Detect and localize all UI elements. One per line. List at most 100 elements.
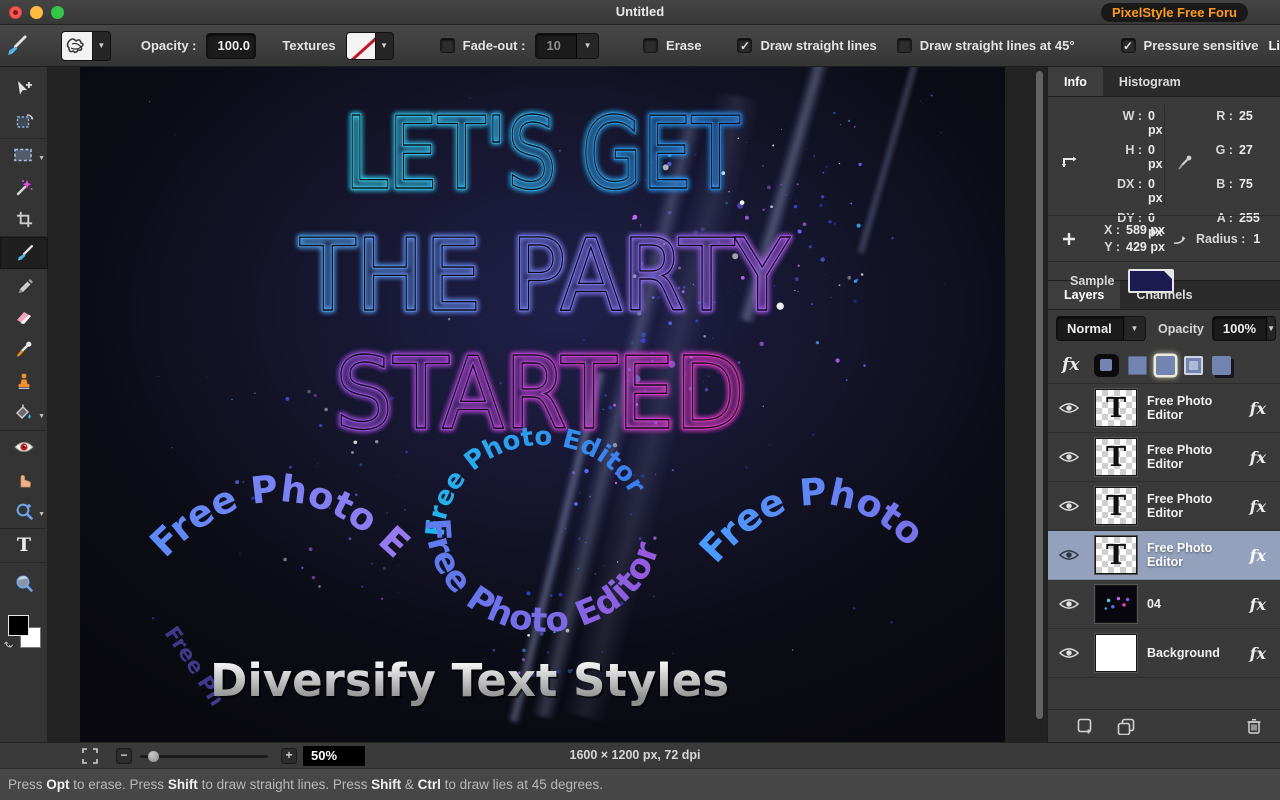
layer-thumbnail-text[interactable]: T bbox=[1095, 389, 1137, 427]
layer-fx-badge[interactable]: fx bbox=[1250, 448, 1266, 467]
clone-stamp-tool-button[interactable] bbox=[0, 365, 48, 397]
layer-thumbnail-background[interactable] bbox=[1095, 634, 1137, 672]
height-value: 0 px bbox=[1148, 143, 1165, 171]
layer-fx-badge[interactable]: fx bbox=[1250, 595, 1266, 614]
fill-tool-caret: ▼ bbox=[38, 413, 45, 420]
zoom-slider[interactable] bbox=[140, 755, 268, 758]
layer-fx-badge[interactable]: fx bbox=[1250, 546, 1266, 565]
duplicate-layer-icon[interactable] bbox=[1116, 717, 1136, 735]
fadeout-label: Fade-out : bbox=[463, 38, 526, 53]
opacity-dropdown[interactable]: 100.0 ▼ bbox=[206, 33, 256, 59]
crop-tool-button[interactable] bbox=[0, 203, 48, 235]
layer-visibility-icon[interactable] bbox=[1059, 548, 1079, 562]
layer-row[interactable]: 04 fx bbox=[1048, 580, 1280, 629]
brush-dropdown-arrow[interactable]: ▼ bbox=[93, 31, 111, 61]
layer-actions-bar bbox=[1048, 709, 1280, 742]
status-hint: Press Opt to erase. Press Shift to draw … bbox=[8, 777, 603, 792]
style-preset-1[interactable] bbox=[1094, 354, 1119, 377]
brush-shape-picker[interactable]: ▼ bbox=[61, 31, 111, 61]
erase-checkbox[interactable] bbox=[643, 38, 658, 53]
layer-thumbnail-text[interactable]: T bbox=[1095, 487, 1137, 525]
eyedropper-tool-button[interactable] bbox=[0, 333, 48, 365]
effects-tool-button[interactable] bbox=[0, 567, 48, 599]
layer-row[interactable]: T Free Photo Editor fx bbox=[1048, 433, 1280, 482]
caption-group: Diversify Text Styles Diversify Text Sty… bbox=[210, 654, 731, 709]
rectangle-select-tool-button[interactable]: ▼ bbox=[0, 139, 48, 171]
draw-straight-lines-label: Draw straight lines bbox=[760, 38, 876, 53]
zoom-slider-thumb[interactable] bbox=[148, 751, 159, 762]
canvas-vertical-scrollbar[interactable] bbox=[1036, 71, 1043, 719]
document-canvas[interactable]: LET'S GET THE PARTY STARTED LET'S GET TH… bbox=[80, 67, 1005, 742]
blend-mode-dropdown[interactable]: Normal ▼ bbox=[1056, 316, 1146, 341]
pressure-sensitive-checkbox[interactable] bbox=[1121, 38, 1136, 53]
layer-name: 04 bbox=[1147, 597, 1250, 611]
tab-info[interactable]: Info bbox=[1048, 67, 1103, 96]
layer-row-selected[interactable]: T Free Photo Editor fx bbox=[1048, 531, 1280, 580]
layer-name: Free Photo Editor bbox=[1147, 443, 1250, 471]
smudge-tool-button[interactable] bbox=[0, 463, 48, 495]
delete-layer-trash-icon[interactable] bbox=[1246, 717, 1262, 735]
fit-to-screen-icon[interactable] bbox=[82, 748, 98, 764]
zoom-bar: − + 50% 1600 × 1200 px, 72 dpi bbox=[0, 742, 1280, 768]
magic-wand-tool-button[interactable] bbox=[0, 171, 48, 203]
tab-histogram[interactable]: Histogram bbox=[1103, 67, 1197, 96]
layer-thumbnail-image[interactable] bbox=[1095, 585, 1137, 623]
right-panel: Info Histogram W :0 px H :0 px DX :0 px … bbox=[1047, 67, 1280, 742]
draw-straight-lines-checkbox[interactable] bbox=[737, 38, 752, 53]
blend-mode-value: Normal bbox=[1057, 321, 1123, 336]
pixelstyle-badge[interactable]: PixelStyle Free Foru bbox=[1101, 3, 1248, 22]
swap-colors-icon[interactable] bbox=[4, 639, 14, 649]
layer-thumbnail-text[interactable]: T bbox=[1095, 438, 1137, 476]
layer-visibility-icon[interactable] bbox=[1059, 499, 1079, 513]
style-preset-3[interactable] bbox=[1156, 356, 1175, 375]
color-swatches[interactable] bbox=[8, 615, 42, 651]
red-eye-tool-button[interactable] bbox=[0, 431, 48, 463]
fx-label: fx bbox=[1062, 355, 1079, 375]
layer-visibility-icon[interactable] bbox=[1059, 401, 1079, 415]
style-preset-5[interactable] bbox=[1212, 356, 1231, 375]
eraser-tool-button[interactable] bbox=[0, 301, 48, 333]
layer-visibility-icon[interactable] bbox=[1059, 597, 1079, 611]
canvas-viewport[interactable]: LET'S GET THE PARTY STARTED LET'S GET TH… bbox=[48, 67, 1047, 742]
layer-row[interactable]: T Free Photo Editor fx bbox=[1048, 384, 1280, 433]
fill-bucket-tool-button[interactable]: ▼ bbox=[0, 397, 48, 429]
zoom-out-button[interactable]: − bbox=[116, 748, 132, 764]
fadeout-dropdown[interactable]: 10 ▼ bbox=[535, 33, 599, 59]
fadeout-checkbox[interactable] bbox=[440, 38, 455, 53]
sample-color-swatch[interactable] bbox=[1128, 269, 1174, 293]
fadeout-dropdown-arrow[interactable]: ▼ bbox=[576, 34, 598, 58]
style-preset-4[interactable] bbox=[1184, 356, 1203, 375]
draw-straight-lines-45-checkbox[interactable] bbox=[897, 38, 912, 53]
blend-options-row: Normal ▼ Opacity 100% ▼ bbox=[1048, 310, 1280, 347]
layer-fx-badge[interactable]: fx bbox=[1250, 399, 1266, 418]
layer-thumbnail-text[interactable]: T bbox=[1095, 536, 1137, 574]
zoom-in-tool-button[interactable]: ▼ bbox=[0, 495, 48, 527]
pencil-tool-button[interactable] bbox=[0, 269, 48, 301]
radius-label: Radius : bbox=[1196, 232, 1245, 246]
layer-visibility-icon[interactable] bbox=[1059, 646, 1079, 660]
move-tool-button[interactable] bbox=[0, 73, 48, 105]
layer-opacity-value: 100% bbox=[1213, 321, 1266, 336]
transform-tool-button[interactable] bbox=[0, 105, 48, 137]
foreground-color-swatch[interactable] bbox=[8, 615, 29, 636]
stamp-icon bbox=[14, 371, 34, 391]
layer-visibility-icon[interactable] bbox=[1059, 450, 1079, 464]
layer-opacity-dropdown[interactable]: 100% ▼ bbox=[1212, 316, 1276, 341]
text-tool-button[interactable]: T bbox=[0, 529, 48, 561]
textures-picker[interactable]: ▼ bbox=[346, 32, 394, 60]
layer-row[interactable]: Background fx bbox=[1048, 629, 1280, 678]
zoom-in-button[interactable]: + bbox=[281, 748, 297, 764]
blend-mode-arrow[interactable]: ▼ bbox=[1123, 317, 1145, 340]
zoom-percentage[interactable]: 50% bbox=[303, 746, 365, 766]
magic-wand-icon bbox=[14, 177, 34, 197]
paintbrush-tool-button[interactable] bbox=[0, 237, 48, 269]
layer-fx-badge[interactable]: fx bbox=[1250, 497, 1266, 516]
new-layer-icon[interactable] bbox=[1076, 717, 1094, 735]
layer-fx-badge[interactable]: fx bbox=[1250, 644, 1266, 663]
x-value: 589 px bbox=[1126, 223, 1172, 237]
fill-bucket-icon bbox=[13, 403, 35, 423]
layer-opacity-arrow[interactable]: ▼ bbox=[1266, 317, 1275, 340]
style-preset-2[interactable] bbox=[1128, 356, 1147, 375]
textures-dropdown-arrow[interactable]: ▼ bbox=[376, 32, 394, 60]
layer-row[interactable]: T Free Photo Editor fx bbox=[1048, 482, 1280, 531]
